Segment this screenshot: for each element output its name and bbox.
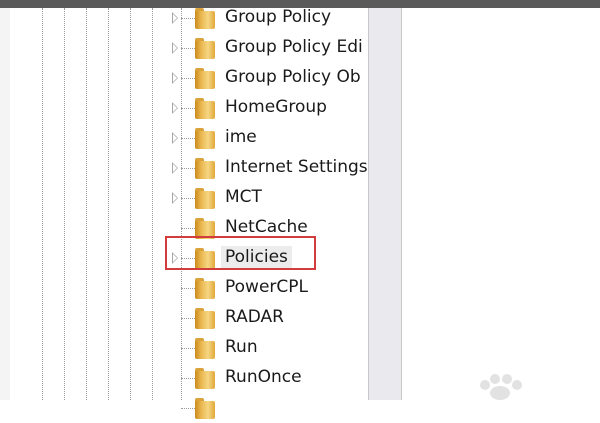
folder-icon xyxy=(195,158,215,179)
tree-item-label: MCT xyxy=(225,187,262,207)
tree-connector-line xyxy=(181,138,195,139)
tree-item-label: RADAR xyxy=(225,307,284,327)
tree-connector-line xyxy=(181,348,195,349)
tree-connector-line xyxy=(181,18,195,19)
tree-item[interactable]: ime xyxy=(165,123,370,153)
tree-scrollbar[interactable] xyxy=(368,8,402,400)
tree-item-label: HomeGroup xyxy=(225,97,327,117)
expand-arrow-icon[interactable] xyxy=(172,12,178,24)
folder-icon xyxy=(195,68,215,89)
tree-guide-line xyxy=(130,8,131,400)
tree-connector-line xyxy=(181,48,195,49)
tree-item[interactable]: HomeGroup xyxy=(165,93,370,123)
folder-icon xyxy=(195,368,215,389)
tree-connector-line xyxy=(181,228,195,229)
tree-item-label: Group Policy xyxy=(225,7,332,27)
expand-arrow-icon[interactable] xyxy=(172,72,178,84)
registry-values-pane[interactable] xyxy=(402,8,600,400)
tree-connector-line xyxy=(181,198,195,199)
tree-item-label: Run xyxy=(225,337,258,357)
tree-connector-line xyxy=(181,378,195,379)
folder-icon xyxy=(195,38,215,59)
tree-item[interactable]: RADAR xyxy=(165,303,370,333)
tree-connector-line xyxy=(181,168,195,169)
expand-arrow-icon[interactable] xyxy=(172,192,178,204)
tree-item-label: NetCache xyxy=(225,217,308,237)
tree-item[interactable]: Group Policy xyxy=(165,3,370,33)
tree-connector-line xyxy=(181,108,195,109)
expand-arrow-icon[interactable] xyxy=(172,132,178,144)
tree-connector-line xyxy=(181,288,195,289)
tree-item[interactable]: Internet Settings xyxy=(165,153,370,183)
folder-icon xyxy=(195,128,215,149)
folder-icon xyxy=(195,278,215,299)
tree-guide-line xyxy=(42,8,43,400)
expand-arrow-icon[interactable] xyxy=(172,42,178,54)
tree-item[interactable]: PowerCPL xyxy=(165,273,370,303)
tree-item[interactable]: RunOnce xyxy=(165,363,370,393)
tree-guide-line xyxy=(86,8,87,400)
tree-item-label: PowerCPL xyxy=(225,277,308,297)
tree-item[interactable]: Run xyxy=(165,333,370,363)
folder-icon xyxy=(195,8,215,29)
tree-item-label: Group Policy Ob xyxy=(225,67,361,87)
tree-item-label: ime xyxy=(225,127,257,147)
tree-guide-line xyxy=(64,8,65,400)
tree-item[interactable]: Group Policy Ob xyxy=(165,63,370,93)
tree-connector-line xyxy=(181,78,195,79)
folder-icon xyxy=(195,338,215,359)
tree-connector-line xyxy=(181,408,195,409)
tree-connector-line xyxy=(181,318,195,319)
folder-icon xyxy=(195,398,215,419)
folder-icon xyxy=(195,308,215,329)
paw-watermark xyxy=(476,372,536,400)
tree-item-label: Internet Settings xyxy=(225,157,368,177)
tree-item[interactable]: MCT xyxy=(165,183,370,213)
folder-icon xyxy=(195,98,215,119)
folder-icon xyxy=(195,188,215,209)
tree-item[interactable]: Group Policy Edi xyxy=(165,33,370,63)
tree-item[interactable] xyxy=(165,393,370,423)
tree-item-label: RunOnce xyxy=(225,367,302,387)
tree-guide-line xyxy=(108,8,109,400)
policies-highlight-box xyxy=(165,236,316,270)
tree-guide-line xyxy=(152,8,153,400)
tree-item-label: Group Policy Edi xyxy=(225,37,363,57)
expand-arrow-icon[interactable] xyxy=(172,102,178,114)
expand-arrow-icon[interactable] xyxy=(172,162,178,174)
